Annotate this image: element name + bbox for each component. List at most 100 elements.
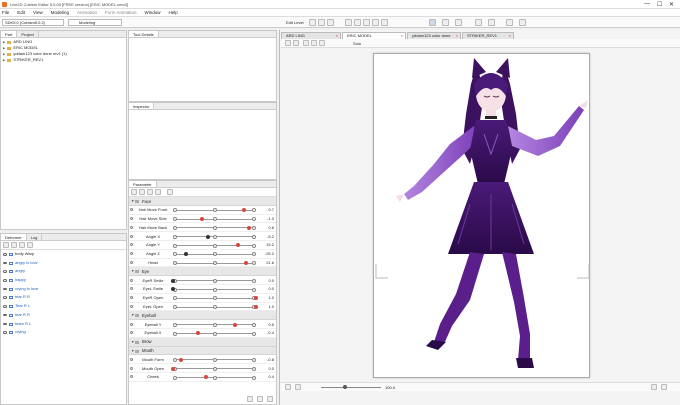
key-icon[interactable] <box>139 189 145 195</box>
parameter-visibility-icon[interactable] <box>130 278 133 282</box>
keyform-point[interactable] <box>173 261 177 266</box>
parameter-value[interactable]: 1.0 <box>260 295 274 300</box>
parameter-row[interactable]: Cheek 0.4 <box>129 373 276 382</box>
doc-tab-eric-model[interactable]: ERIC MODEL × <box>342 32 406 39</box>
keyform-point[interactable] <box>212 305 217 310</box>
list-view-icon[interactable] <box>27 242 33 248</box>
redo-icon[interactable] <box>519 19 526 26</box>
visibility-icon[interactable] <box>3 287 7 291</box>
menu-view[interactable]: View <box>33 10 43 15</box>
visibility-icon[interactable] <box>3 313 7 317</box>
parameter-value[interactable]: 0.4 <box>260 374 274 379</box>
settings-icon[interactable] <box>661 384 667 390</box>
parameter-group[interactable]: ▼ Eyeball <box>129 311 276 321</box>
parameter-slider-knob[interactable] <box>235 243 240 248</box>
collapse-icon[interactable]: ▼ <box>131 269 134 273</box>
deformer-item[interactable]: tear R R <box>1 311 126 320</box>
keyform-point[interactable] <box>252 252 256 257</box>
doc-tab-striker[interactable]: STRIKER_REV1 × <box>462 32 514 39</box>
keyform-point[interactable] <box>212 217 217 222</box>
parameter-value[interactable]: -25.2 <box>260 251 274 256</box>
parameter-value[interactable]: 21.6 <box>260 260 274 265</box>
menu-animation[interactable]: Animation <box>77 10 97 15</box>
reset-icon[interactable] <box>155 189 161 195</box>
deformer-item[interactable]: angry fx love <box>1 259 126 268</box>
parameter-visibility-icon[interactable] <box>130 208 133 212</box>
deformer-item[interactable]: happy <box>1 276 126 285</box>
parameter-row[interactable]: Mouth Open 0.0 <box>129 364 276 373</box>
grid-icon[interactable] <box>167 189 173 195</box>
parameter-visibility-icon[interactable] <box>130 217 133 221</box>
doc-tab-yddam123[interactable]: yddam123 color done × <box>407 32 461 39</box>
keyform-point[interactable] <box>212 322 217 327</box>
parameter-slider-knob[interactable] <box>241 208 246 213</box>
pen-tool-icon[interactable] <box>506 19 513 26</box>
parameter-value[interactable]: 0.0 <box>260 366 274 371</box>
parameter-visibility-icon[interactable] <box>130 357 133 361</box>
curve-tool-icon[interactable] <box>488 19 495 26</box>
parameter-row[interactable]: Head 21.6 <box>129 259 276 268</box>
parameter-slider-knob[interactable] <box>233 322 238 327</box>
keyform-point[interactable] <box>173 243 177 248</box>
close-button[interactable]: ✕ <box>669 1 674 8</box>
add-parameter-icon[interactable] <box>131 189 137 195</box>
rotation-tool-button[interactable] <box>372 19 379 26</box>
lasso-tool-icon[interactable] <box>442 19 449 26</box>
parameter-row[interactable]: EyeR Open 1.0 <box>129 294 276 303</box>
parameter-group[interactable]: ▼ Face <box>129 197 276 206</box>
keyform-point[interactable] <box>173 296 177 301</box>
deformer-item[interactable]: Tear R L <box>1 302 126 311</box>
camera-icon[interactable] <box>285 384 291 390</box>
zoom-fit-icon[interactable] <box>311 40 317 46</box>
parameter-value[interactable]: -1.3 <box>260 216 274 221</box>
deformer-item[interactable]: body Warp <box>1 250 126 259</box>
keyform-point[interactable] <box>252 234 256 239</box>
parameter-slider-knob[interactable] <box>244 261 249 266</box>
deformer-item[interactable]: tear R R <box>1 293 126 302</box>
parameter-value[interactable]: 0.7 <box>260 207 274 212</box>
parameter-value[interactable]: -0.8 <box>260 357 274 362</box>
keyform-point[interactable] <box>173 208 177 213</box>
parameter-value[interactable]: 0.0 <box>260 286 274 291</box>
parameter-row[interactable]: Mouth Form -0.8 <box>129 355 276 365</box>
parameter-value[interactable]: 15.2 <box>260 242 274 247</box>
view-tool-button[interactable] <box>381 19 388 26</box>
arrow-tool-icon[interactable] <box>429 19 436 26</box>
zoom-value[interactable]: 100.0 <box>385 385 395 390</box>
color-circle-icon[interactable] <box>651 384 657 390</box>
parameter-value[interactable]: -5.2 <box>260 234 274 239</box>
keyform-point[interactable] <box>173 225 177 230</box>
parameter-value[interactable]: 0.0 <box>260 278 274 283</box>
keyform-point[interactable] <box>212 331 217 336</box>
keyform-point[interactable] <box>252 208 256 213</box>
deformer-item[interactable]: tears R L <box>1 320 126 329</box>
parameter-slider-knob[interactable] <box>254 305 258 310</box>
visibility-icon[interactable] <box>3 253 7 256</box>
parameter-row[interactable]: Eyeball Y 0.5 <box>129 320 276 329</box>
parameter-row[interactable]: Angle Y 15.2 <box>129 241 276 250</box>
tab-project[interactable]: Project <box>17 31 39 37</box>
parameter-visibility-icon[interactable] <box>130 331 133 335</box>
keyform-point[interactable] <box>252 243 256 248</box>
parameter-row[interactable]: Hair Move Front 0.7 <box>129 206 276 215</box>
parameter-slider-knob[interactable] <box>205 234 210 239</box>
parameter-slider-knob[interactable] <box>171 278 175 283</box>
keyform-point[interactable] <box>252 287 256 292</box>
keyform-point[interactable] <box>252 366 256 371</box>
parameter-visibility-icon[interactable] <box>130 322 133 326</box>
parameter-row[interactable]: Eyeball X -0.4 <box>129 329 276 338</box>
keyform-point[interactable] <box>173 252 177 257</box>
keyform-point[interactable] <box>252 278 256 283</box>
keyform-point[interactable] <box>212 252 217 257</box>
doc-tab-ard-ling[interactable]: ARD LING × <box>281 32 341 39</box>
visibility-icon[interactable] <box>3 279 7 282</box>
menu-window[interactable]: Window <box>145 10 161 15</box>
mode-select[interactable]: Modeling <box>68 19 122 26</box>
visibility-icon[interactable] <box>3 261 7 265</box>
parameter-slider-knob[interactable] <box>254 296 258 301</box>
solo-label[interactable]: Solo <box>353 41 361 46</box>
parameter-slider-knob[interactable] <box>195 331 200 336</box>
trash-icon[interactable] <box>267 396 273 402</box>
keyform-point[interactable] <box>212 234 217 239</box>
parameter-row[interactable]: EyeL Smile 0.0 <box>129 285 276 294</box>
